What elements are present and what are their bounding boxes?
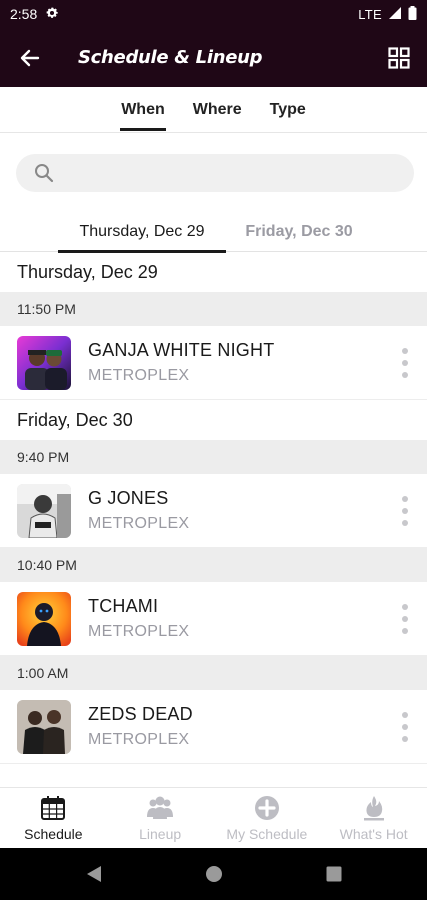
people-icon	[146, 794, 174, 822]
day-tab-friday[interactable]: Friday, Dec 30	[230, 212, 368, 252]
network-label: LTE	[358, 6, 382, 22]
app-bar: Schedule & Lineup	[0, 28, 427, 87]
filter-tabs: When Where Type	[0, 87, 427, 133]
search-icon	[35, 164, 54, 183]
venue-name: METROPLEX	[88, 367, 190, 384]
act-row[interactable]: GANJA WHITE NIGHT METROPLEX	[0, 326, 427, 400]
venue-name: METROPLEX	[88, 623, 190, 640]
artist-name: TCHAMI	[88, 596, 159, 616]
artist-photo	[17, 591, 71, 646]
nav-lineup[interactable]: Lineup	[107, 788, 214, 848]
nav-label: What's Hot	[339, 826, 408, 842]
signal-icon	[388, 6, 402, 23]
more-options-icon[interactable]	[399, 496, 411, 526]
nav-my-schedule[interactable]: My Schedule	[214, 788, 321, 848]
grid-view-button[interactable]	[371, 28, 427, 87]
system-nav-bar	[0, 848, 427, 900]
tab-when[interactable]: When	[120, 87, 166, 133]
circle-home-icon	[205, 866, 222, 882]
time-header: 1:00 AM	[0, 656, 427, 690]
system-recents-button[interactable]	[274, 848, 394, 900]
day-header: Thursday, Dec 29	[17, 261, 158, 282]
act-row[interactable]: G JONES METROPLEX	[0, 474, 427, 548]
venue-name: METROPLEX	[88, 731, 190, 748]
square-recents-icon	[326, 866, 341, 882]
status-bar: 2:58 LTE	[0, 0, 427, 28]
plus-circle-icon	[253, 794, 281, 822]
search-input[interactable]	[62, 164, 382, 182]
act-row[interactable]: ZEDS DEAD METROPLEX	[0, 690, 427, 764]
calendar-icon	[39, 794, 67, 822]
back-arrow-icon	[20, 49, 40, 66]
artist-photo	[17, 335, 71, 390]
battery-icon	[408, 5, 417, 23]
settings-gear-icon	[45, 6, 59, 23]
time-header: 9:40 PM	[0, 440, 427, 474]
status-time: 2:58	[10, 6, 38, 22]
back-button[interactable]	[0, 28, 60, 87]
nav-label: My Schedule	[226, 826, 308, 842]
more-options-icon[interactable]	[399, 712, 411, 742]
flame-icon	[360, 794, 388, 822]
grid-icon	[388, 46, 410, 69]
venue-name: METROPLEX	[88, 515, 190, 532]
day-tab-thursday[interactable]: Thursday, Dec 29	[58, 212, 226, 253]
schedule-list: Thursday, Dec 29 11:50 PM GANJA WHITE NI…	[0, 252, 427, 764]
system-home-button[interactable]	[154, 848, 274, 900]
act-row[interactable]: TCHAMI METROPLEX	[0, 582, 427, 656]
day-tabs: Thursday, Dec 29 Friday, Dec 30	[0, 212, 427, 253]
page-title: Schedule & Lineup	[78, 47, 263, 68]
nav-whats-hot[interactable]: What's Hot	[320, 788, 427, 848]
tab-where[interactable]: Where	[192, 87, 243, 133]
triangle-back-icon	[86, 866, 101, 882]
artist-name: GANJA WHITE NIGHT	[88, 340, 275, 360]
nav-label: Schedule	[24, 826, 83, 842]
bottom-nav: Schedule Lineup My Schedule What's Hot	[0, 787, 427, 848]
search-bar[interactable]	[16, 154, 414, 192]
day-header: Friday, Dec 30	[17, 409, 133, 430]
artist-photo	[17, 699, 71, 754]
more-options-icon[interactable]	[399, 604, 411, 634]
artist-name: G JONES	[88, 488, 169, 508]
time-header: 11:50 PM	[0, 292, 427, 326]
artist-name: ZEDS DEAD	[88, 704, 193, 724]
system-back-button[interactable]	[34, 848, 154, 900]
artist-photo	[17, 483, 71, 538]
time-header: 10:40 PM	[0, 548, 427, 582]
nav-label: Lineup	[139, 826, 182, 842]
tab-type[interactable]: Type	[269, 87, 307, 133]
nav-schedule[interactable]: Schedule	[0, 788, 107, 848]
more-options-icon[interactable]	[399, 348, 411, 378]
